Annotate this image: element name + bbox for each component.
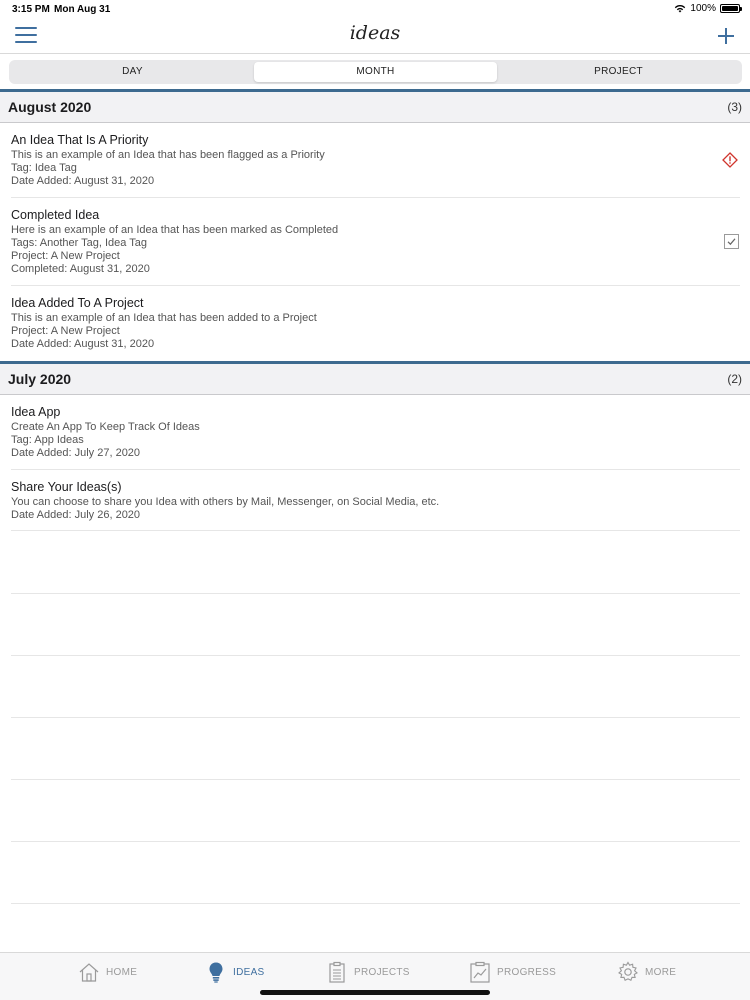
idea-row[interactable]: Idea Added To A Project This is an examp… bbox=[0, 286, 750, 360]
idea-tags: Tags: Another Tag, Idea Tag bbox=[11, 237, 147, 249]
completed-check-icon bbox=[724, 234, 739, 249]
idea-row[interactable]: Share Your Ideas(s) You can choose to sh… bbox=[0, 470, 750, 531]
idea-project: Project: A New Project bbox=[11, 250, 120, 262]
idea-date: Date Added: July 26, 2020 bbox=[11, 509, 141, 521]
tab-ideas-label: IDEAS bbox=[233, 966, 265, 978]
idea-tag: Tag: Idea Tag bbox=[11, 162, 77, 174]
status-bar: 3:15 PM Mon Aug 31 100% bbox=[0, 0, 750, 18]
segment-project[interactable]: PROJECT bbox=[497, 62, 740, 82]
section-header-august-2020: August 2020 (3) bbox=[0, 89, 750, 123]
idea-tag: Tag: App Ideas bbox=[11, 434, 84, 446]
idea-title: Idea Added To A Project bbox=[11, 296, 144, 310]
tab-progress-label: PROGRESS bbox=[497, 966, 557, 978]
idea-row[interactable]: Idea App Create An App To Keep Track Of … bbox=[0, 395, 750, 470]
idea-title: Completed Idea bbox=[11, 208, 100, 222]
priority-warning-icon bbox=[722, 152, 738, 168]
home-indicator bbox=[260, 990, 490, 995]
wifi-icon bbox=[675, 5, 686, 13]
idea-title: Idea App bbox=[11, 405, 61, 419]
idea-project: Project: A New Project bbox=[11, 325, 120, 337]
tab-projects[interactable]: PROJECTS bbox=[326, 960, 410, 984]
progress-chart-icon bbox=[470, 961, 490, 983]
empty-row-divider bbox=[11, 593, 740, 594]
gear-icon bbox=[618, 961, 638, 982]
segment-day[interactable]: DAY bbox=[11, 62, 254, 82]
empty-row-divider bbox=[11, 717, 740, 718]
empty-row-divider bbox=[11, 779, 740, 780]
section-title: July 2020 bbox=[8, 371, 72, 387]
tab-projects-label: PROJECTS bbox=[354, 966, 410, 978]
home-icon bbox=[79, 963, 99, 982]
battery-percent: 100% bbox=[690, 3, 716, 14]
empty-row-divider bbox=[11, 655, 740, 656]
idea-description: Create An App To Keep Track Of Ideas bbox=[11, 421, 200, 433]
idea-description: Here is an example of an Idea that has b… bbox=[11, 224, 339, 236]
idea-description: You can choose to share you Idea with ot… bbox=[11, 496, 440, 508]
status-date: Mon Aug 31 bbox=[54, 4, 111, 15]
idea-title: Share Your Ideas(s) bbox=[11, 480, 122, 494]
section-count: (2) bbox=[727, 372, 742, 386]
section-title: August 2020 bbox=[8, 99, 92, 115]
nav-bar: ideas bbox=[0, 18, 750, 54]
lightbulb-icon bbox=[209, 962, 223, 983]
empty-row-divider bbox=[11, 841, 740, 842]
section-header-july-2020: July 2020 (2) bbox=[0, 361, 750, 395]
tab-ideas[interactable]: IDEAS bbox=[205, 960, 265, 984]
page-title: ideas bbox=[349, 22, 401, 44]
segment-month[interactable]: MONTH bbox=[254, 62, 497, 82]
tab-home[interactable]: HOME bbox=[78, 960, 137, 984]
status-time: 3:15 PM bbox=[12, 4, 50, 15]
section-count: (3) bbox=[727, 100, 742, 114]
idea-row[interactable]: An Idea That Is A Priority This is an ex… bbox=[0, 123, 750, 198]
tab-home-label: HOME bbox=[106, 966, 138, 978]
idea-description: This is an example of an Idea that has b… bbox=[11, 149, 325, 161]
idea-date: Date Added: August 31, 2020 bbox=[11, 338, 155, 350]
add-idea-button[interactable] bbox=[717, 24, 735, 46]
tab-progress[interactable]: PROGRESS bbox=[469, 960, 556, 984]
tab-more[interactable]: MORE bbox=[617, 960, 676, 984]
idea-description: This is an example of an Idea that has b… bbox=[11, 312, 317, 324]
idea-row[interactable]: Completed Idea Here is an example of an … bbox=[0, 198, 750, 286]
idea-date: Date Added: August 31, 2020 bbox=[11, 175, 155, 187]
empty-row-divider bbox=[11, 903, 740, 904]
idea-title: An Idea That Is A Priority bbox=[11, 133, 149, 147]
status-right: 100% bbox=[674, 3, 742, 14]
tab-more-label: MORE bbox=[645, 966, 677, 978]
view-segmented-control: DAY MONTH PROJECT bbox=[9, 60, 742, 84]
battery-icon bbox=[720, 4, 742, 13]
idea-date: Date Added: July 27, 2020 bbox=[11, 447, 141, 459]
clipboard-icon bbox=[329, 961, 345, 983]
idea-completed-date: Completed: August 31, 2020 bbox=[11, 263, 150, 275]
